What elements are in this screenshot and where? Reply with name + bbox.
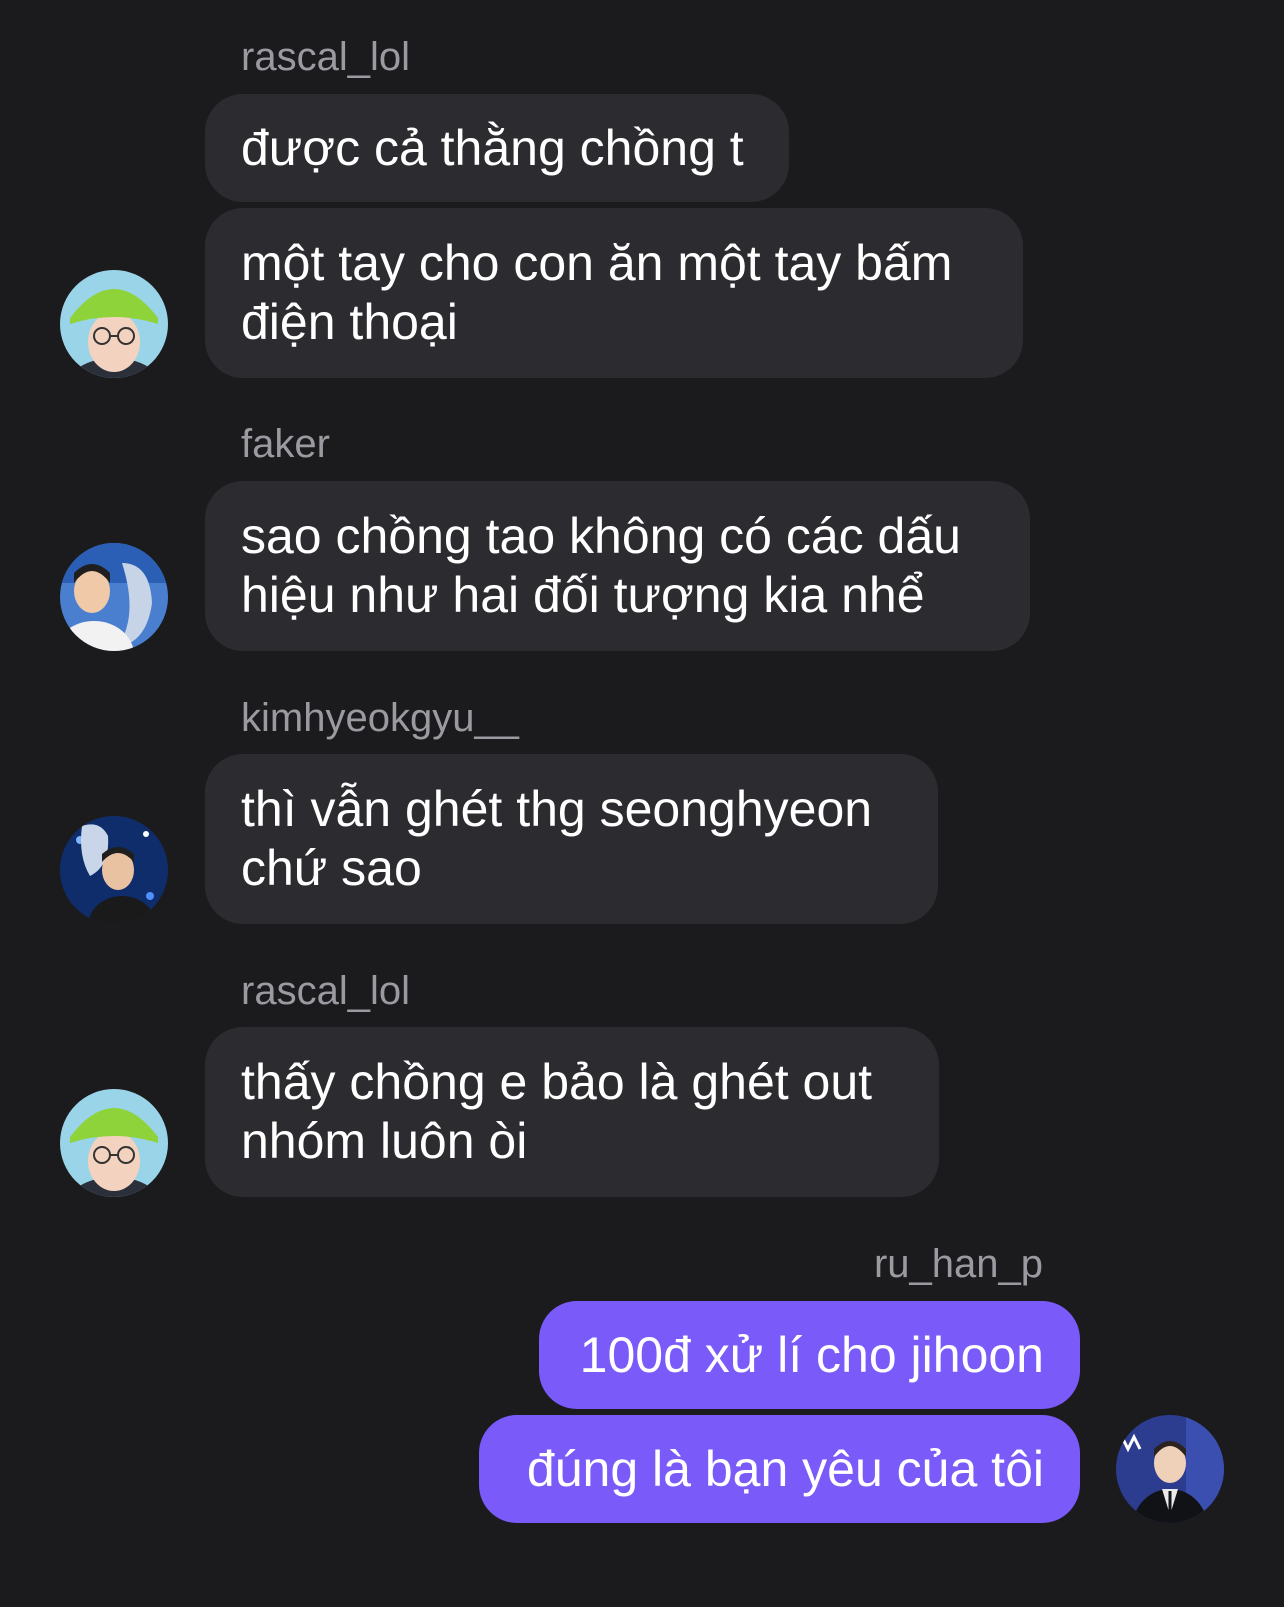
avatar-rascal-lol-icon [60,270,168,378]
message-bubble-outgoing[interactable]: đúng là bạn yêu của tôi [479,1415,1080,1523]
avatar-kimhyeokgyu-icon [60,816,168,924]
avatar-rascal-lol-icon [60,1089,168,1197]
sender-username: rascal_lol [241,969,410,1013]
sender-username: ru_han_p [873,1242,1043,1286]
sender-username: faker [241,422,330,466]
sender-username: kimhyeokgyu__ [241,696,519,740]
message-bubble[interactable]: thấy chồng e bảo là ghét out nhóm luôn ò… [205,1027,939,1197]
message-bubble[interactable]: được cả thằng chồng t [205,94,789,202]
message-bubble[interactable]: thì vẫn ghét thg seonghyeon chứ sao [205,754,938,924]
avatar-rascal-lol[interactable] [60,1089,168,1197]
avatar-faker[interactable] [60,543,168,651]
avatar-ru-han-p[interactable] [1116,1415,1224,1523]
message-bubble[interactable]: một tay cho con ăn một tay bấm điện thoạ… [205,208,1023,378]
message-bubble-outgoing[interactable]: 100đ xử lí cho jihoon [539,1301,1080,1409]
avatar-rascal-lol[interactable] [60,270,168,378]
avatar-ru-han-p-icon [1116,1415,1224,1523]
sender-username: rascal_lol [241,35,410,79]
avatar-faker-icon [60,543,168,651]
message-bubble[interactable]: sao chồng tao không có các dấu hiệu như … [205,481,1030,651]
avatar-kimhyeokgyu[interactable] [60,816,168,924]
